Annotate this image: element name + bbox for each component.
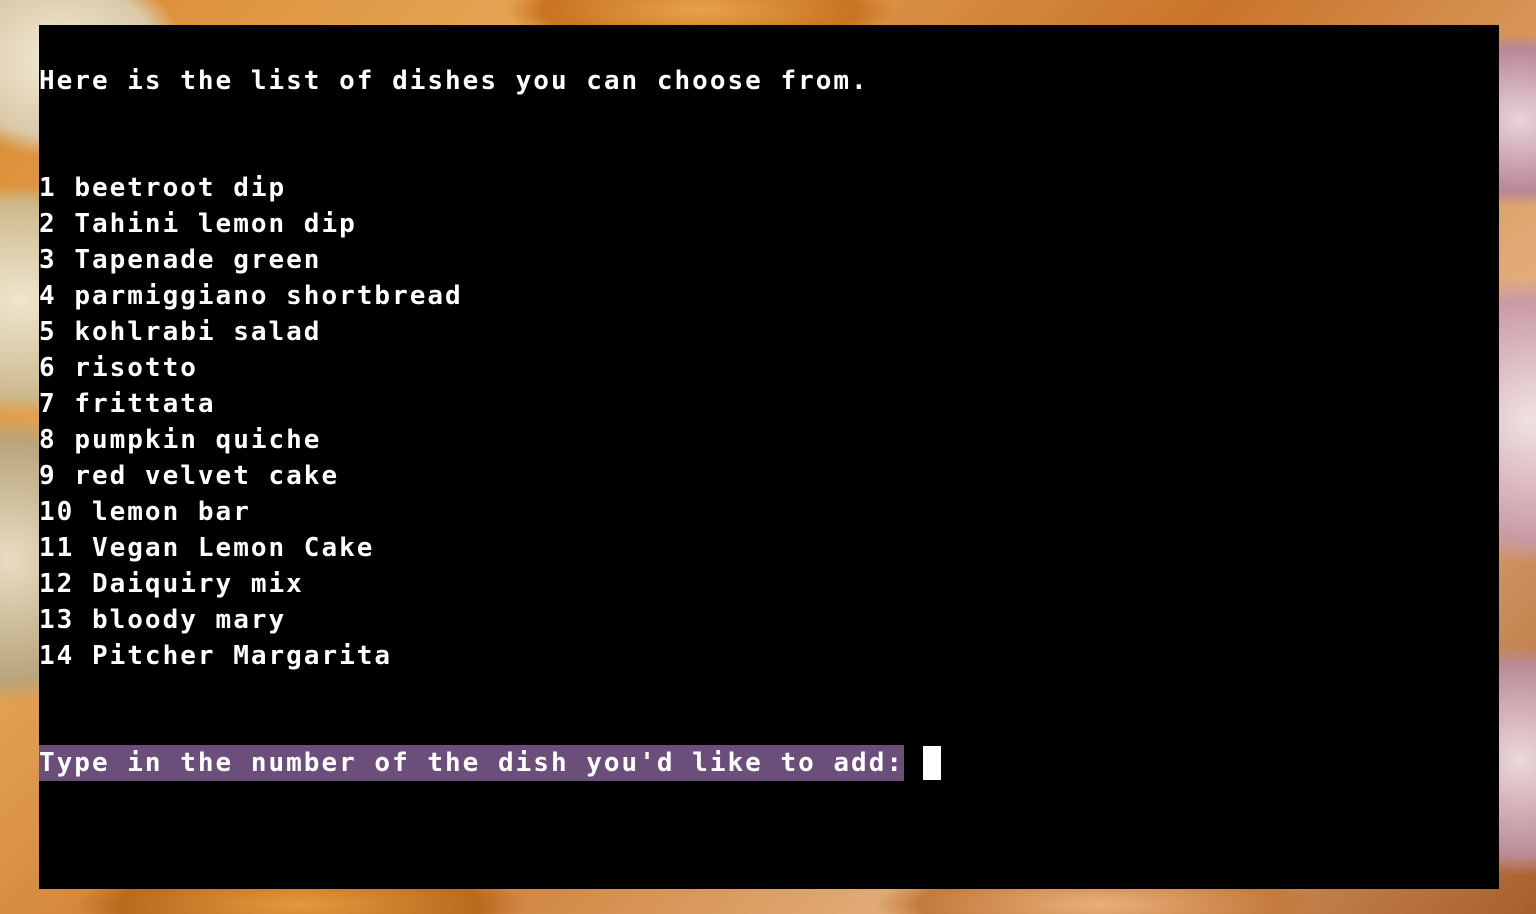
- dish-name: beetroot dip: [74, 173, 287, 203]
- dish-item-14: 14 Pitcher Margarita: [39, 638, 463, 674]
- dish-name: bloody mary: [91, 605, 287, 635]
- dish-item-12: 12 Daiquiry mix: [39, 566, 463, 602]
- dish-name: lemon bar: [91, 497, 251, 527]
- dish-name: red velvet cake: [74, 461, 340, 491]
- dish-name: risotto: [74, 353, 198, 383]
- dish-name: Daiquiry mix: [91, 569, 304, 599]
- dish-list: 1 beetroot dip 2 Tahini lemon dip 3 Tape…: [39, 170, 463, 674]
- dish-name: Vegan Lemon Cake: [91, 533, 375, 563]
- dish-item-9: 9 red velvet cake: [39, 458, 463, 494]
- dish-name: Pitcher Margarita: [91, 641, 393, 671]
- dish-item-6: 6 risotto: [39, 350, 463, 386]
- dish-number: 6: [39, 353, 57, 383]
- dish-item-5: 5 kohlrabi salad: [39, 314, 463, 350]
- dish-item-10: 10 lemon bar: [39, 494, 463, 530]
- prompt-row: Type in the number of the dish you'd lik…: [39, 745, 942, 781]
- dish-item-11: 11 Vegan Lemon Cake: [39, 530, 463, 566]
- dish-number: 3: [39, 245, 57, 275]
- dish-number: 12: [39, 569, 75, 599]
- dish-name: Tapenade green: [74, 245, 322, 275]
- dish-number: 14: [39, 641, 75, 671]
- dish-item-8: 8 pumpkin quiche: [39, 422, 463, 458]
- dish-number: 7: [39, 389, 57, 419]
- dish-number: 13: [39, 605, 75, 635]
- dish-number: 11: [39, 533, 75, 563]
- dish-number: 9: [39, 461, 57, 491]
- dish-item-1: 1 beetroot dip: [39, 170, 463, 206]
- dish-item-2: 2 Tahini lemon dip: [39, 206, 463, 242]
- intro-text: Here is the list of dishes you can choos…: [39, 66, 869, 96]
- dish-name: parmiggiano shortbread: [74, 281, 463, 311]
- dish-item-4: 4 parmiggiano shortbread: [39, 278, 463, 314]
- dish-number: 1: [39, 173, 57, 203]
- dish-name: Tahini lemon dip: [74, 209, 357, 239]
- dish-item-13: 13 bloody mary: [39, 602, 463, 638]
- dish-number: 8: [39, 425, 57, 455]
- dish-name: kohlrabi salad: [74, 317, 322, 347]
- dish-number: 4: [39, 281, 57, 311]
- dish-item-7: 7 frittata: [39, 386, 463, 422]
- dish-number: 5: [39, 317, 57, 347]
- dish-name: pumpkin quiche: [74, 425, 322, 455]
- text-cursor: [923, 746, 942, 780]
- dish-item-3: 3 Tapenade green: [39, 242, 463, 278]
- input-prompt: Type in the number of the dish you'd lik…: [39, 745, 905, 781]
- terminal-window: Here is the list of dishes you can choos…: [39, 25, 1499, 889]
- dish-number: 10: [39, 497, 75, 527]
- dish-name: frittata: [74, 389, 216, 419]
- dish-number-input[interactable]: [923, 745, 942, 781]
- dish-number: 2: [39, 209, 57, 239]
